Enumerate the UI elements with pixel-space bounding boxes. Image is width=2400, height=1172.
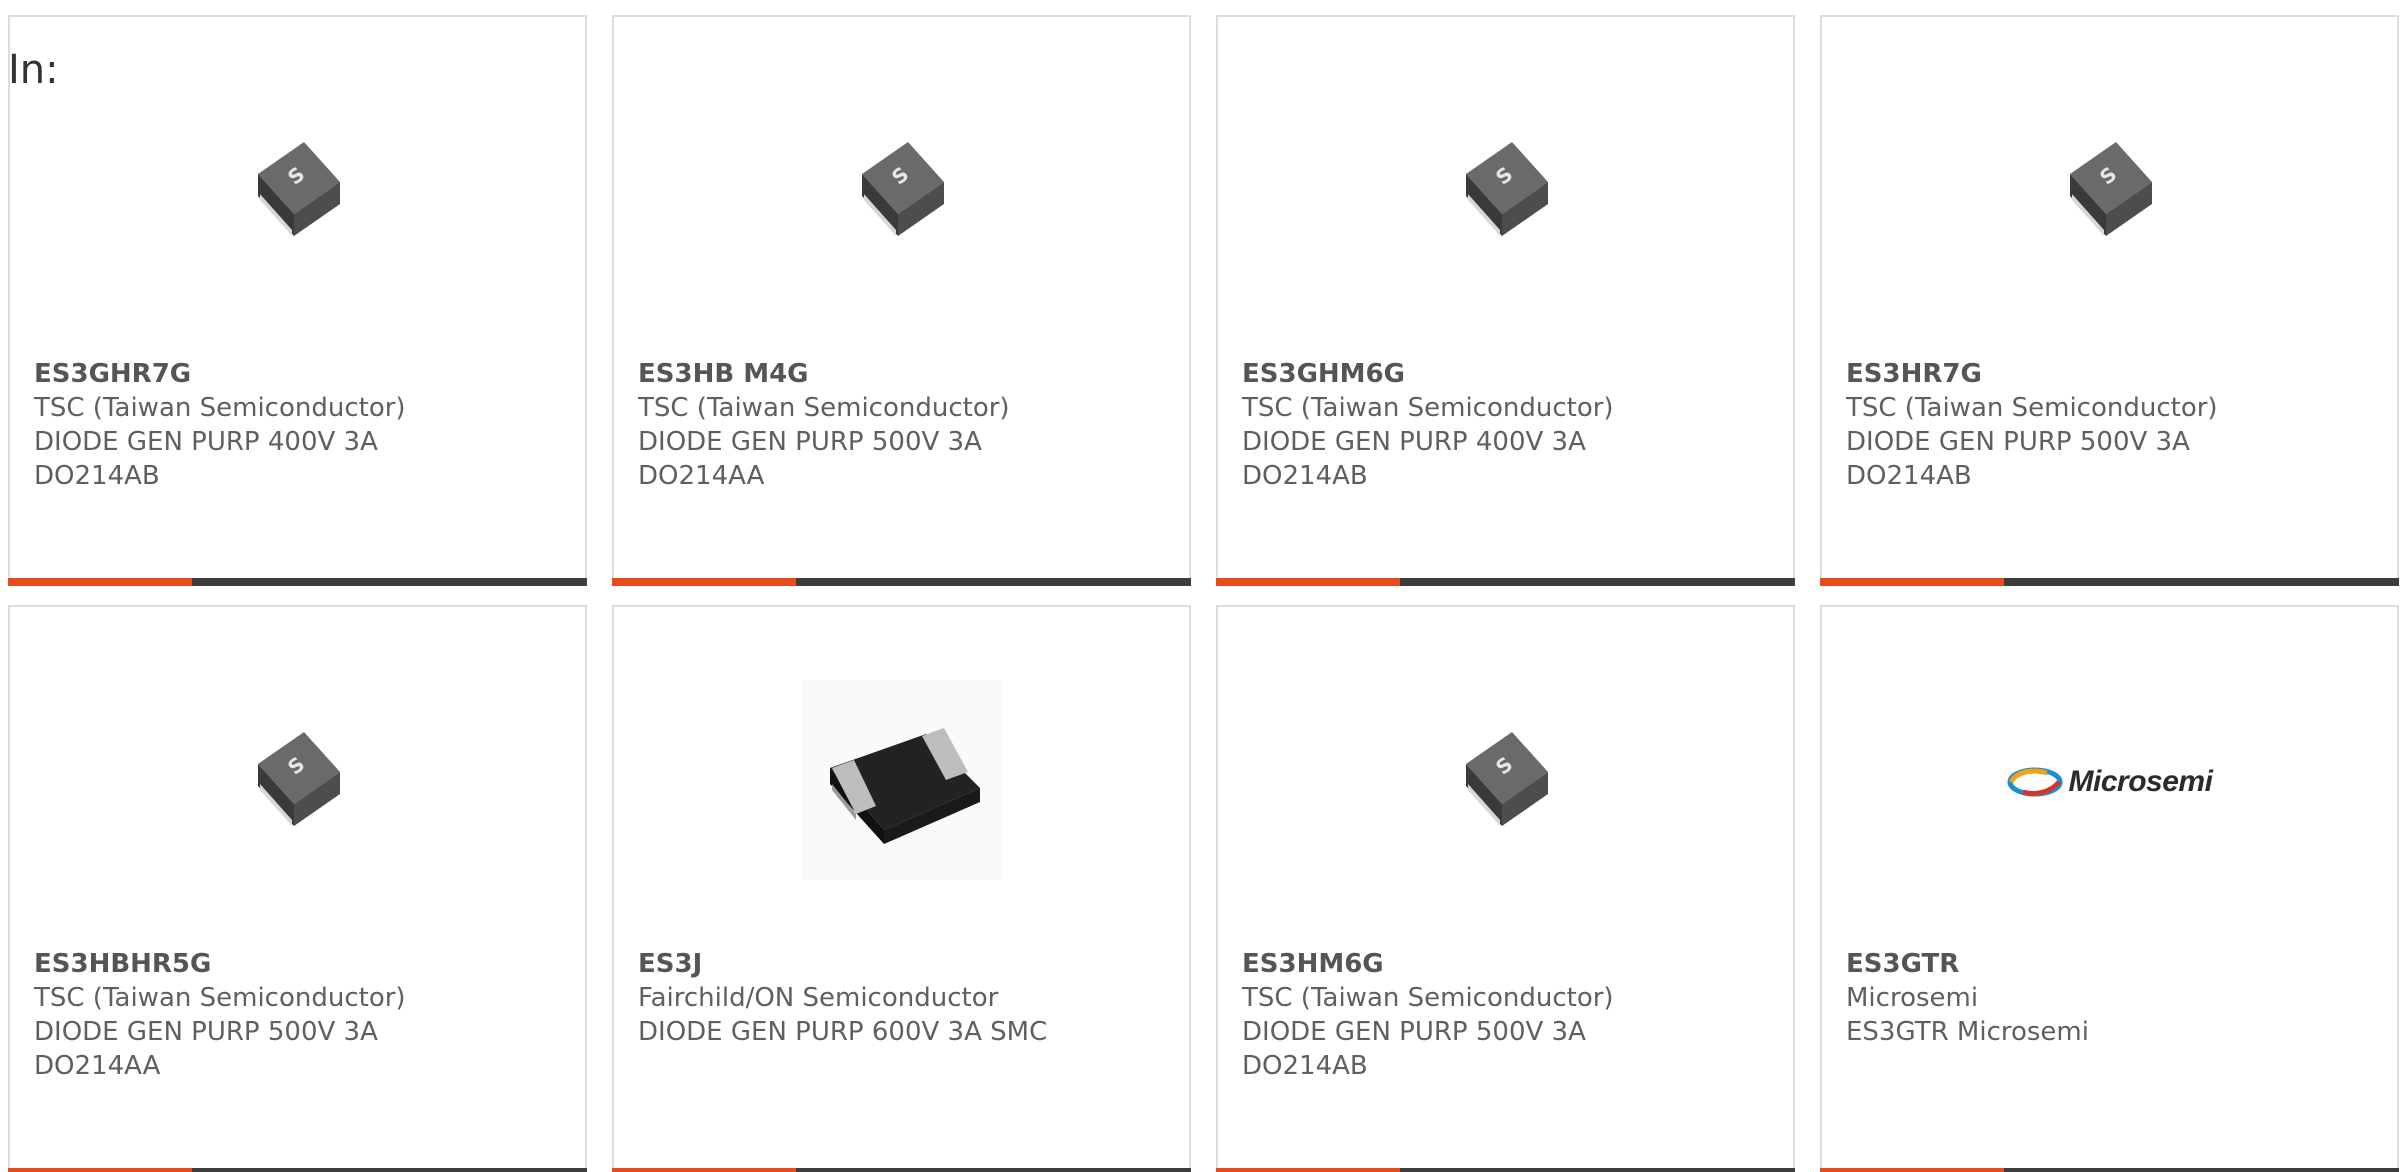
product-card[interactable]: S ES3GHR7G TSC (Taiwan Semiconductor) DI… <box>8 15 587 586</box>
card-bottom-bar <box>612 578 1191 586</box>
product-image: S <box>1218 97 1793 287</box>
part-number[interactable]: ES3GHR7G <box>34 357 569 391</box>
product-image: S <box>614 97 1189 287</box>
microsemi-swoosh-icon <box>2007 767 2063 797</box>
description: DIODE GEN PURP 600V 3A SMC <box>638 1017 1048 1047</box>
card-bar-accent <box>1820 1168 2004 1172</box>
product-image: S <box>1218 687 1793 877</box>
product-image: S <box>1822 97 2397 287</box>
card-bar-accent <box>1216 1168 1400 1172</box>
part-number[interactable]: ES3GTR <box>1846 947 2381 981</box>
manufacturer: Microsemi <box>1846 983 1979 1013</box>
card-bottom-bar <box>1216 578 1795 586</box>
package: DO214AB <box>1242 1051 1368 1081</box>
product-info: ES3HR7G TSC (Taiwan Semiconductor) DIODE… <box>1846 357 2381 493</box>
smc-diode-package-icon <box>801 680 1002 884</box>
product-grid: S ES3GHR7G TSC (Taiwan Semiconductor) DI… <box>8 15 2399 1172</box>
manufacturer: TSC (Taiwan Semiconductor) <box>1846 393 2218 423</box>
card-bar-accent <box>8 1168 192 1172</box>
package: DO214AB <box>1242 461 1368 491</box>
filter-in-label: In: <box>8 47 59 93</box>
product-card[interactable]: S ES3HB M4G TSC (Taiwan Semiconductor) D… <box>612 15 1191 586</box>
product-info: ES3GHR7G TSC (Taiwan Semiconductor) DIOD… <box>34 357 569 493</box>
manufacturer: TSC (Taiwan Semiconductor) <box>1242 393 1614 423</box>
card-bar-accent <box>8 578 192 586</box>
description: ES3GTR Microsemi <box>1846 1017 2089 1047</box>
description: DIODE GEN PURP 400V 3A <box>1242 427 1586 457</box>
microsemi-logo-text: Microsemi <box>2068 765 2213 798</box>
tsc-smd-diode-icon: S <box>248 132 348 252</box>
tsc-smd-diode-icon: S <box>2060 132 2160 252</box>
manufacturer: TSC (Taiwan Semiconductor) <box>34 983 406 1013</box>
manufacturer: TSC (Taiwan Semiconductor) <box>34 393 406 423</box>
description: DIODE GEN PURP 500V 3A <box>638 427 982 457</box>
product-grid-page: In: S ES3GHR7G TSC (Taiwan Semiconductor… <box>0 0 2400 1172</box>
card-bottom-bar <box>1820 578 2399 586</box>
product-info: ES3HM6G TSC (Taiwan Semiconductor) DIODE… <box>1242 947 1777 1083</box>
product-card[interactable]: ES3J Fairchild/ON Semiconductor DIODE GE… <box>612 605 1191 1172</box>
product-card[interactable]: S ES3HM6G TSC (Taiwan Semiconductor) DIO… <box>1216 605 1795 1172</box>
part-number[interactable]: ES3HBHR5G <box>34 947 569 981</box>
card-bottom-bar <box>612 1168 1191 1172</box>
card-bar-accent <box>1820 578 2004 586</box>
card-bottom-bar <box>1216 1168 1795 1172</box>
part-number[interactable]: ES3HB M4G <box>638 357 1173 391</box>
product-image: S <box>10 687 585 877</box>
card-bottom-bar <box>1820 1168 2399 1172</box>
tsc-smd-diode-icon: S <box>1456 722 1556 842</box>
package: DO214AB <box>34 461 160 491</box>
card-bottom-bar <box>8 578 587 586</box>
product-info: ES3GTR Microsemi ES3GTR Microsemi <box>1846 947 2381 1049</box>
microsemi-logo: Microsemi <box>2007 765 2213 799</box>
manufacturer: TSC (Taiwan Semiconductor) <box>638 393 1010 423</box>
part-number[interactable]: ES3J <box>638 947 1173 981</box>
package: DO214AA <box>34 1051 161 1081</box>
product-image: Microsemi <box>1822 687 2397 877</box>
manufacturer: TSC (Taiwan Semiconductor) <box>1242 983 1614 1013</box>
tsc-smd-diode-icon: S <box>1456 132 1556 252</box>
product-image <box>614 680 1189 880</box>
product-card[interactable]: S ES3HBHR5G TSC (Taiwan Semiconductor) D… <box>8 605 587 1172</box>
product-card[interactable]: S ES3HR7G TSC (Taiwan Semiconductor) DIO… <box>1820 15 2399 586</box>
product-image: S <box>10 97 585 287</box>
card-bar-accent <box>612 578 796 586</box>
description: DIODE GEN PURP 500V 3A <box>34 1017 378 1047</box>
product-info: ES3HB M4G TSC (Taiwan Semiconductor) DIO… <box>638 357 1173 493</box>
tsc-smd-diode-icon: S <box>248 722 348 842</box>
part-number[interactable]: ES3HR7G <box>1846 357 2381 391</box>
description: DIODE GEN PURP 500V 3A <box>1242 1017 1586 1047</box>
product-info: ES3GHM6G TSC (Taiwan Semiconductor) DIOD… <box>1242 357 1777 493</box>
product-info: ES3J Fairchild/ON Semiconductor DIODE GE… <box>638 947 1173 1049</box>
package: DO214AA <box>638 461 765 491</box>
manufacturer: Fairchild/ON Semiconductor <box>638 983 999 1013</box>
card-bar-accent <box>612 1168 796 1172</box>
description: DIODE GEN PURP 400V 3A <box>34 427 378 457</box>
card-bar-accent <box>1216 578 1400 586</box>
product-card[interactable]: S ES3GHM6G TSC (Taiwan Semiconductor) DI… <box>1216 15 1795 586</box>
product-info: ES3HBHR5G TSC (Taiwan Semiconductor) DIO… <box>34 947 569 1083</box>
part-number[interactable]: ES3GHM6G <box>1242 357 1777 391</box>
tsc-smd-diode-icon: S <box>852 132 952 252</box>
card-bottom-bar <box>8 1168 587 1172</box>
description: DIODE GEN PURP 500V 3A <box>1846 427 2190 457</box>
package: DO214AB <box>1846 461 1972 491</box>
product-card[interactable]: Microsemi ES3GTR Microsemi ES3GTR Micros… <box>1820 605 2399 1172</box>
part-number[interactable]: ES3HM6G <box>1242 947 1777 981</box>
